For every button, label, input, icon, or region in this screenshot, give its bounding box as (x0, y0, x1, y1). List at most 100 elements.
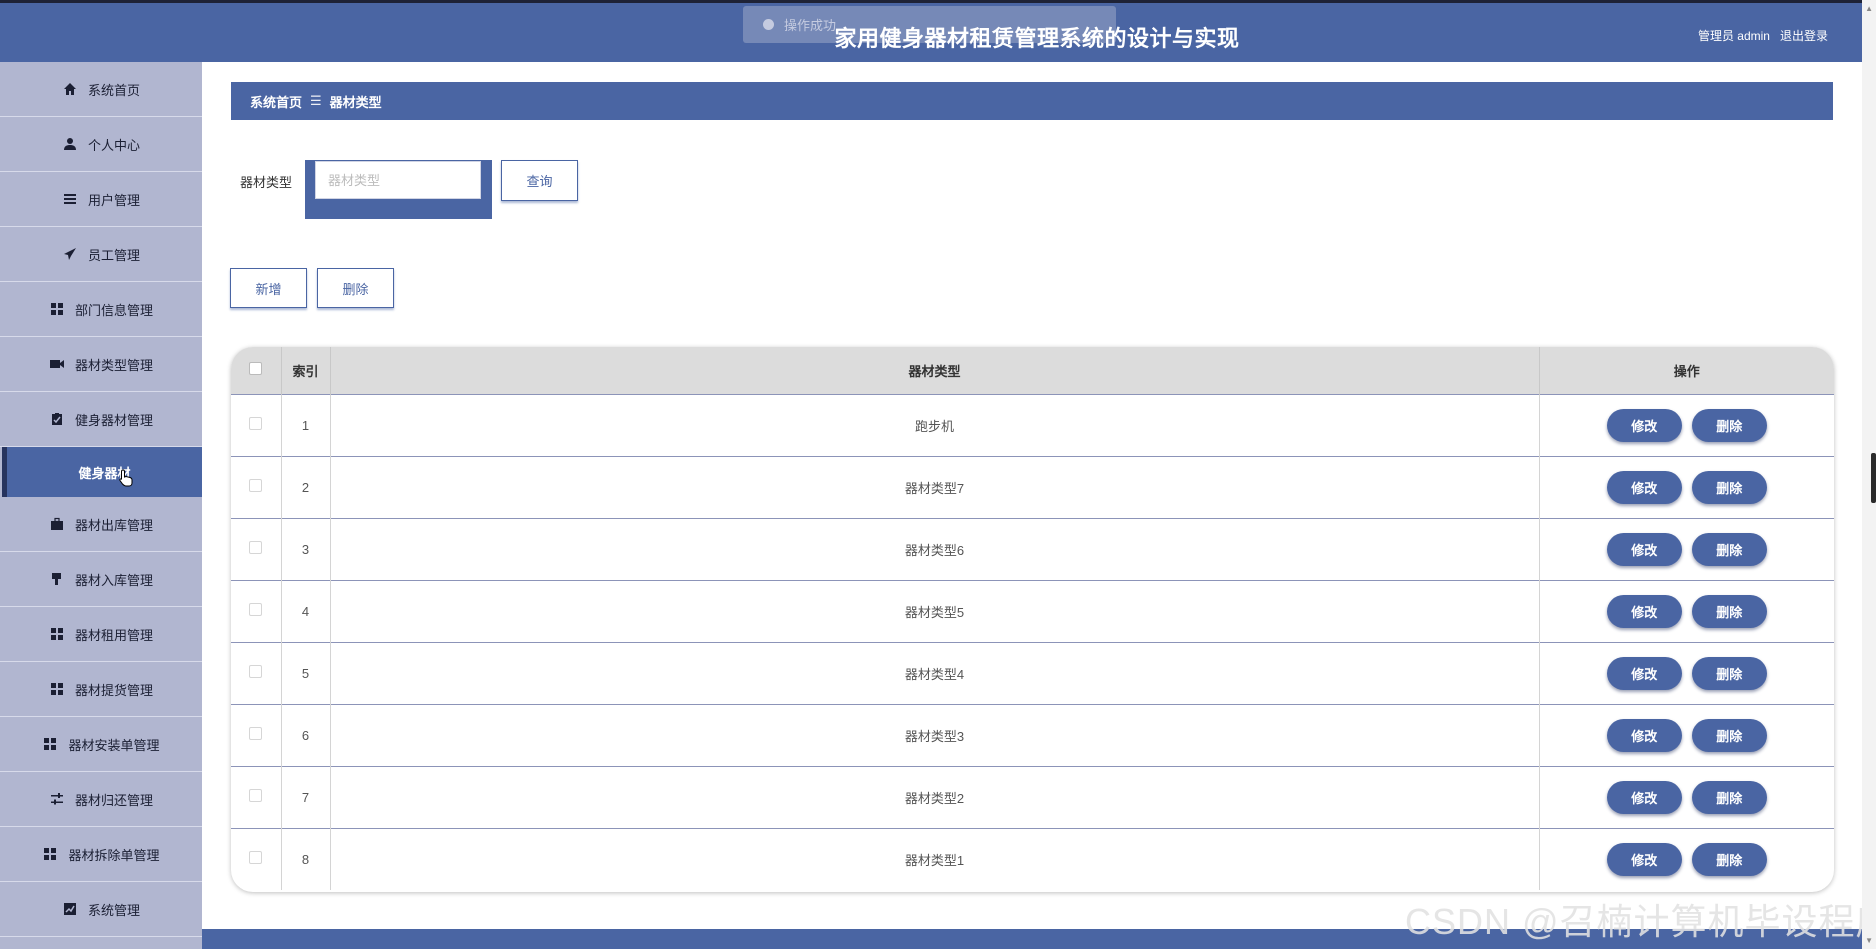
row-index: 3 (281, 517, 331, 580)
row-checkbox[interactable] (249, 603, 263, 616)
sidebar-item-system[interactable]: 系统管理 (0, 882, 202, 937)
sidebar-item-label: 用户管理 (87, 192, 140, 208)
sidebar-item-label: 器材归还管理 (74, 792, 153, 808)
scroll-up-arrow-icon[interactable]: ▲ (1865, 4, 1873, 13)
delete-button[interactable]: 删除 (1691, 842, 1767, 876)
sidebar-subitem-fitness-equipment[interactable]: 健身器材 (2, 447, 202, 497)
select-all-checkbox[interactable] (249, 362, 263, 376)
edit-button[interactable]: 修改 (1606, 594, 1682, 628)
row-ops: 修改 删除 (1539, 827, 1834, 890)
row-index: 1 (281, 393, 331, 456)
sidebar-item-label: 器材提货管理 (74, 682, 153, 698)
row-ops: 修改 删除 (1539, 641, 1834, 704)
sidebar-item-return[interactable]: 器材归还管理 (0, 772, 202, 827)
row-select-cell (231, 765, 282, 828)
sidebar-item-equipment-types[interactable]: 器材类型管理 (0, 337, 202, 392)
sidebar: 系统首页 个人中心 用户管理 员工管理 部门信息管理 器材类型管理 健身器材管理… (0, 62, 202, 949)
sidebar-item-departments[interactable]: 部门信息管理 (0, 282, 202, 337)
edit-button[interactable]: 修改 (1606, 408, 1682, 442)
sidebar-item-users[interactable]: 用户管理 (0, 172, 202, 227)
sidebar-item-dismantle[interactable]: 器材拆除单管理 (0, 827, 202, 882)
row-select-cell (231, 703, 282, 766)
query-button[interactable]: 查询 (501, 160, 578, 201)
select-all-cell (231, 347, 282, 394)
row-checkbox[interactable] (249, 541, 263, 554)
row-checkbox[interactable] (249, 851, 263, 865)
table-row: 8 器材类型1 修改 删除 (231, 827, 1834, 890)
sliders-icon (49, 791, 65, 807)
row-checkbox[interactable] (249, 727, 263, 740)
table-row: 5 器材类型4 修改 删除 (231, 641, 1834, 704)
delete-button[interactable]: 删除 (1691, 718, 1767, 752)
sidebar-item-rental[interactable]: 器材租用管理 (0, 607, 202, 662)
scrollbar-thumb[interactable] (1871, 453, 1876, 503)
row-ops: 修改 删除 (1539, 393, 1834, 456)
edit-button[interactable]: 修改 (1606, 842, 1682, 876)
user-icon (62, 136, 78, 152)
sidebar-item-pickup[interactable]: 器材提货管理 (0, 662, 202, 717)
briefcase-icon (49, 516, 65, 532)
batch-delete-button[interactable]: 删除 (317, 268, 394, 308)
column-header-index: 索引 (281, 347, 331, 394)
sidebar-item-staff[interactable]: 员工管理 (0, 227, 202, 282)
delete-button[interactable]: 删除 (1691, 532, 1767, 566)
row-select-cell (231, 393, 282, 456)
sidebar-item-profile[interactable]: 个人中心 (0, 117, 202, 172)
sidebar-item-label: 器材出库管理 (74, 517, 153, 533)
row-type: 器材类型6 (330, 517, 1540, 580)
table-row: 1 跑步机 修改 删除 (231, 393, 1834, 456)
grid-icon (49, 301, 65, 317)
hand-cursor-icon (119, 469, 133, 490)
row-ops: 修改 删除 (1539, 579, 1834, 642)
table-row: 2 器材类型7 修改 删除 (231, 455, 1834, 518)
watermark: CSDN @召楠计算机毕设程序 (1405, 901, 1876, 942)
table-row: 6 器材类型3 修改 删除 (231, 703, 1834, 766)
delete-button[interactable]: 删除 (1691, 470, 1767, 504)
sidebar-item-home[interactable]: 系统首页 (0, 62, 202, 117)
delete-button[interactable]: 删除 (1691, 594, 1767, 628)
sidebar-item-label: 器材租用管理 (74, 627, 153, 643)
row-type: 器材类型2 (330, 765, 1540, 828)
table-row: 3 器材类型6 修改 删除 (231, 517, 1834, 580)
row-checkbox[interactable] (249, 417, 263, 430)
sidebar-item-label: 器材类型管理 (74, 357, 153, 373)
delete-button[interactable]: 删除 (1691, 656, 1767, 690)
mug-icon (49, 571, 65, 587)
sidebar-item-fitness-equipment[interactable]: 健身器材管理 (0, 392, 202, 447)
row-checkbox[interactable] (249, 789, 263, 802)
row-ops: 修改 删除 (1539, 703, 1834, 766)
delete-button[interactable]: 删除 (1691, 408, 1767, 442)
row-type: 器材类型3 (330, 703, 1540, 766)
row-index: 2 (281, 455, 331, 518)
row-ops: 修改 删除 (1539, 765, 1834, 828)
sidebar-item-installation[interactable]: 器材安装单管理 (0, 717, 202, 772)
clipboard-icon (49, 411, 65, 427)
home-icon (62, 81, 78, 97)
sidebar-item-inbound[interactable]: 器材入库管理 (0, 552, 202, 607)
column-header-type: 器材类型 (330, 347, 1540, 394)
edit-button[interactable]: 修改 (1606, 780, 1682, 814)
row-checkbox[interactable] (249, 479, 263, 492)
row-type: 器材类型4 (330, 641, 1540, 704)
grid-icon (42, 736, 58, 752)
edit-button[interactable]: 修改 (1606, 718, 1682, 752)
table-row: 4 器材类型5 修改 删除 (231, 579, 1834, 642)
edit-button[interactable]: 修改 (1606, 532, 1682, 566)
user-label: 管理员 admin (1697, 29, 1770, 43)
sidebar-item-outbound[interactable]: 器材出库管理 (0, 497, 202, 552)
edit-button[interactable]: 修改 (1606, 656, 1682, 690)
row-checkbox[interactable] (249, 665, 263, 678)
row-type: 跑步机 (330, 393, 1540, 456)
scroll-down-arrow-icon[interactable]: ▼ (1865, 936, 1873, 945)
add-button[interactable]: 新增 (230, 268, 307, 308)
breadcrumb-home[interactable]: 系统首页 (250, 92, 302, 111)
row-index: 7 (281, 765, 331, 828)
row-index: 5 (281, 641, 331, 704)
logout-link[interactable]: 退出登录 (1780, 27, 1828, 44)
delete-button[interactable]: 删除 (1691, 780, 1767, 814)
data-table: 索引 器材类型 操作 1 跑步机 修改 删除 2 器材类型7 修改 删除 3 器… (231, 347, 1834, 892)
search-input[interactable] (315, 161, 481, 199)
video-camera-icon (49, 356, 65, 372)
edit-button[interactable]: 修改 (1606, 470, 1682, 504)
page-scrollbar[interactable]: ▲ ▼ (1862, 0, 1876, 949)
